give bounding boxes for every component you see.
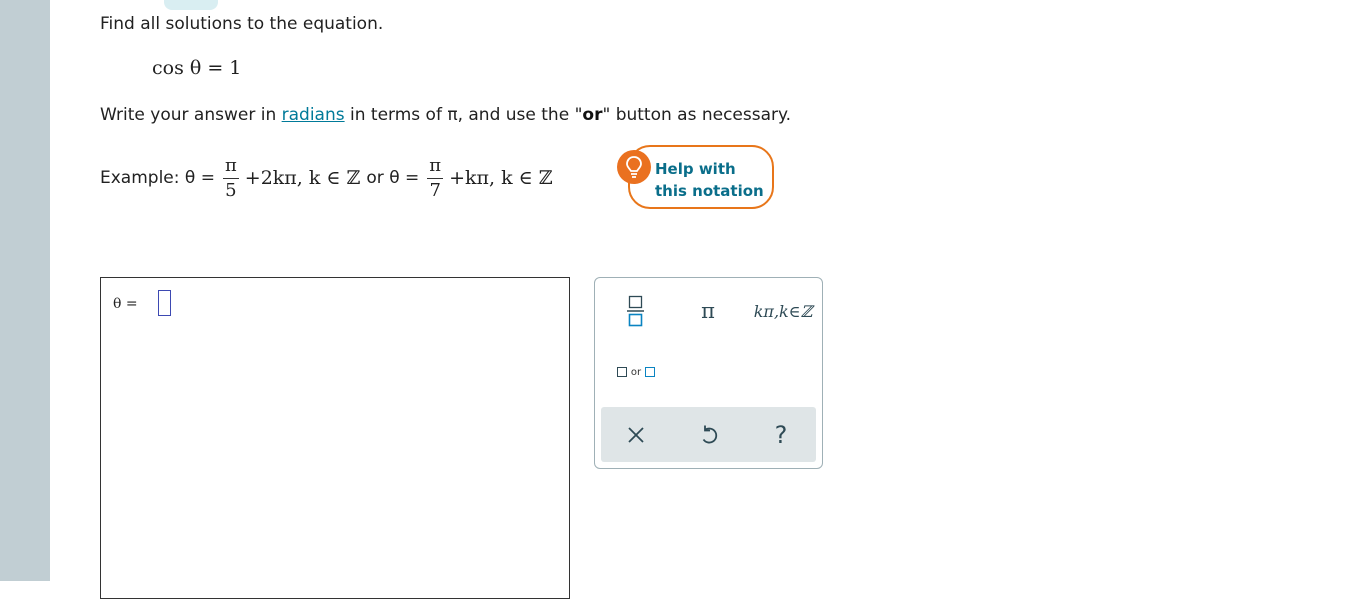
example-prefix: Example: θ = bbox=[100, 168, 215, 188]
close-icon bbox=[628, 427, 644, 443]
example-term-1: +2kπ, k ∈ ℤ bbox=[244, 167, 361, 189]
instruction-text: Write your answer in radians in terms of… bbox=[100, 105, 791, 125]
fraction-numerator: π bbox=[222, 155, 239, 179]
undo-icon bbox=[702, 425, 718, 444]
answer-label: θ = bbox=[113, 296, 138, 312]
example-fraction-1: π 5 bbox=[222, 155, 239, 201]
fraction-numerator: π bbox=[427, 155, 444, 179]
or-emphasis: or bbox=[582, 105, 603, 125]
example-connector: or θ = bbox=[366, 168, 420, 188]
equation: cos θ = 1 bbox=[152, 57, 242, 79]
fraction-denominator: 7 bbox=[429, 179, 441, 201]
help-button-label[interactable]: Help with this notation bbox=[655, 158, 764, 202]
fraction-icon bbox=[627, 295, 644, 327]
instruction-after: " button as necessary. bbox=[602, 105, 792, 125]
left-gutter bbox=[0, 0, 50, 581]
or-button[interactable]: or bbox=[608, 358, 664, 386]
answer-area[interactable] bbox=[100, 277, 570, 599]
instruction-middle: in terms of π, and use the " bbox=[344, 105, 583, 125]
example-line: Example: θ = π 5 +2kπ, k ∈ ℤ or θ = π 7 … bbox=[100, 150, 553, 206]
example-fraction-2: π 7 bbox=[427, 155, 444, 201]
example-term-2: +kπ, k ∈ ℤ bbox=[449, 167, 553, 189]
pi-button[interactable]: π bbox=[688, 292, 728, 330]
help-label-line1: Help with bbox=[655, 160, 736, 178]
clear-button[interactable] bbox=[620, 418, 652, 452]
or-label: or bbox=[630, 366, 642, 378]
fraction-button[interactable] bbox=[617, 292, 655, 330]
question-prompt: Find all solutions to the equation. bbox=[100, 14, 384, 34]
instruction-before: Write your answer in bbox=[100, 105, 282, 125]
top-tab[interactable] bbox=[164, 0, 218, 10]
question-help-button[interactable]: ? bbox=[764, 418, 798, 452]
fraction-denominator: 5 bbox=[225, 179, 237, 201]
k-pi-integer-button[interactable]: kπ,k∈ℤ bbox=[748, 292, 818, 330]
or-right-box bbox=[645, 367, 656, 377]
help-label-line2: this notation bbox=[655, 182, 764, 200]
answer-input[interactable] bbox=[158, 290, 171, 316]
radians-link[interactable]: radians bbox=[282, 105, 345, 125]
undo-button[interactable] bbox=[692, 418, 726, 452]
lightbulb-icon[interactable] bbox=[617, 150, 651, 184]
or-left-box bbox=[616, 367, 627, 377]
